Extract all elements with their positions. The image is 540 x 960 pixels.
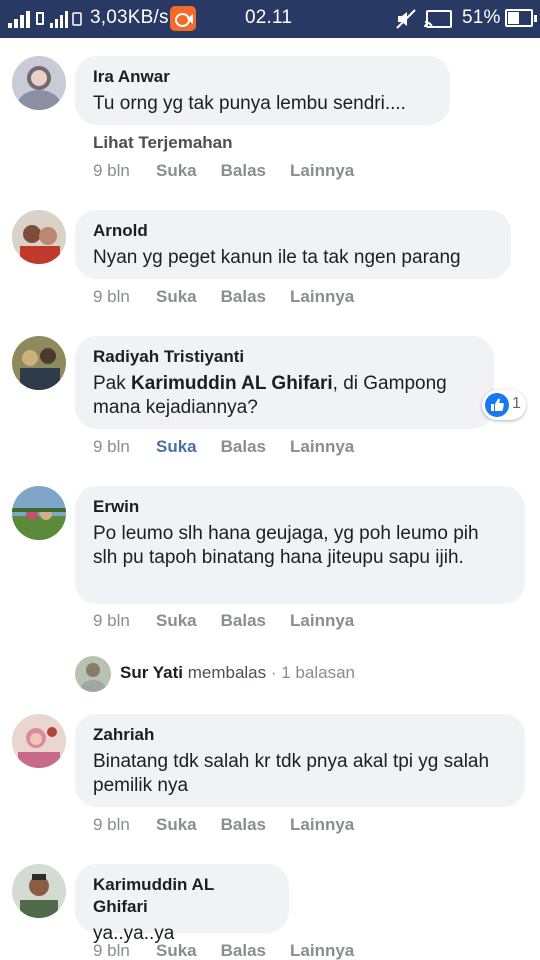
comment-author[interactable]: Zahriah	[93, 724, 507, 746]
avatar[interactable]	[12, 864, 66, 918]
signal-icon	[8, 10, 34, 28]
reply-separator: ·	[266, 663, 282, 682]
comment-author[interactable]: Arnold	[93, 220, 493, 242]
like-button[interactable]: Suka	[156, 287, 197, 307]
comment-time: 9 bln	[93, 611, 130, 630]
reply-button[interactable]: Balas	[221, 611, 266, 631]
more-button[interactable]: Lainnya	[290, 287, 354, 307]
comment-time: 9 bln	[93, 287, 130, 306]
avatar	[75, 656, 111, 692]
comment-bubble: Zahriah Binatang tdk salah kr tdk pnya a…	[75, 714, 525, 807]
signal-2-icon	[48, 8, 70, 28]
reaction-badge[interactable]: 1	[482, 390, 526, 420]
comment-actions: 9 bln Suka Balas Lainnya	[93, 287, 378, 307]
comment-time: 9 bln	[93, 161, 130, 180]
more-button[interactable]: Lainnya	[290, 941, 354, 960]
reply-button[interactable]: Balas	[221, 815, 266, 835]
avatar[interactable]	[12, 486, 66, 540]
like-button[interactable]: Suka	[156, 815, 197, 835]
see-translation-link[interactable]: Lihat Terjemahan	[93, 133, 233, 153]
comment-text: Po leumo slh hana geujaga, yg poh leumo …	[93, 523, 479, 568]
comment-actions: 9 bln Suka Balas Lainnya	[93, 437, 378, 457]
view-replies-link[interactable]: Sur Yati membalas · 1 balasan	[75, 656, 475, 692]
comment-text: Pak Karimuddin AL Ghifari, di Gampong ma…	[93, 372, 476, 420]
mute-icon	[395, 8, 417, 30]
comment-text-prefix: Pak	[93, 373, 132, 394]
reply-verb: membalas	[183, 663, 267, 682]
sim-slot-icon	[36, 12, 44, 25]
more-button[interactable]: Lainnya	[290, 815, 354, 835]
battery-icon	[505, 9, 537, 27]
reply-button[interactable]: Balas	[221, 287, 266, 307]
comment-bubble: Karimuddin AL Ghifari ya..ya..ya	[75, 864, 289, 944]
reply-button[interactable]: Balas	[221, 941, 266, 960]
reply-author: Sur Yati	[120, 663, 183, 682]
like-reaction-icon	[485, 393, 509, 417]
clock: 02.11	[245, 7, 293, 28]
battery-percent: 51%	[462, 7, 501, 28]
like-button[interactable]: Suka	[156, 941, 197, 960]
comment-author[interactable]: Radiyah Tristiyanti	[93, 346, 476, 368]
network-speed: 3,03KB/s	[90, 7, 169, 28]
avatar[interactable]	[12, 336, 66, 390]
more-button[interactable]: Lainnya	[290, 437, 354, 457]
comment-text: Tu orng yg tak punya lembu sendri....	[93, 93, 406, 114]
comment-time: 9 bln	[93, 437, 130, 456]
more-button[interactable]: Lainnya	[290, 611, 354, 631]
comment-bubble: Arnold Nyan yg peget kanun ile ta tak ng…	[75, 210, 511, 279]
reply-summary-text: Sur Yati membalas · 1 balasan	[120, 663, 355, 683]
status-bar: 3,03KB/s 02.11 51%	[0, 0, 540, 38]
comment-author[interactable]: Karimuddin AL Ghifari	[93, 874, 271, 918]
comment-bubble: Ira Anwar Tu orng yg tak punya lembu sen…	[75, 56, 450, 125]
comment-actions: 9 bln Suka Balas Lainnya	[93, 815, 378, 835]
cast-icon	[424, 10, 452, 28]
comment-actions: 9 bln Suka Balas Lainnya	[93, 611, 378, 631]
comment-bubble: Radiyah Tristiyanti Pak Karimuddin AL Gh…	[75, 336, 494, 429]
like-button[interactable]: Suka	[156, 437, 197, 457]
comment-actions: 9 bln Suka Balas Lainnya	[93, 941, 378, 960]
reaction-count: 1	[512, 395, 521, 412]
comment-actions: 9 bln Suka Balas Lainnya	[93, 161, 378, 181]
sim-2-icon	[72, 12, 82, 26]
avatar[interactable]	[12, 210, 66, 264]
comment-time: 9 bln	[93, 941, 130, 960]
mention-link[interactable]: Karimuddin AL Ghifari	[131, 373, 333, 394]
comment-author[interactable]: Ira Anwar	[93, 66, 432, 88]
avatar[interactable]	[12, 714, 66, 768]
like-button[interactable]: Suka	[156, 161, 197, 181]
comment-text: Nyan yg peget kanun ile ta tak ngen para…	[93, 247, 461, 268]
like-button[interactable]: Suka	[156, 611, 197, 631]
comment-bubble: Erwin Po leumo slh hana geujaga, yg poh …	[75, 486, 525, 604]
comment-text: Binatang tdk salah kr tdk pnya akal tpi …	[93, 751, 490, 796]
avatar[interactable]	[12, 56, 66, 110]
reply-count: 1 balasan	[281, 663, 355, 682]
reply-button[interactable]: Balas	[221, 437, 266, 457]
comment-time: 9 bln	[93, 815, 130, 834]
more-button[interactable]: Lainnya	[290, 161, 354, 181]
reply-button[interactable]: Balas	[221, 161, 266, 181]
comment-author[interactable]: Erwin	[93, 496, 507, 518]
battery-level	[508, 12, 519, 24]
screen-record-icon	[170, 6, 196, 31]
